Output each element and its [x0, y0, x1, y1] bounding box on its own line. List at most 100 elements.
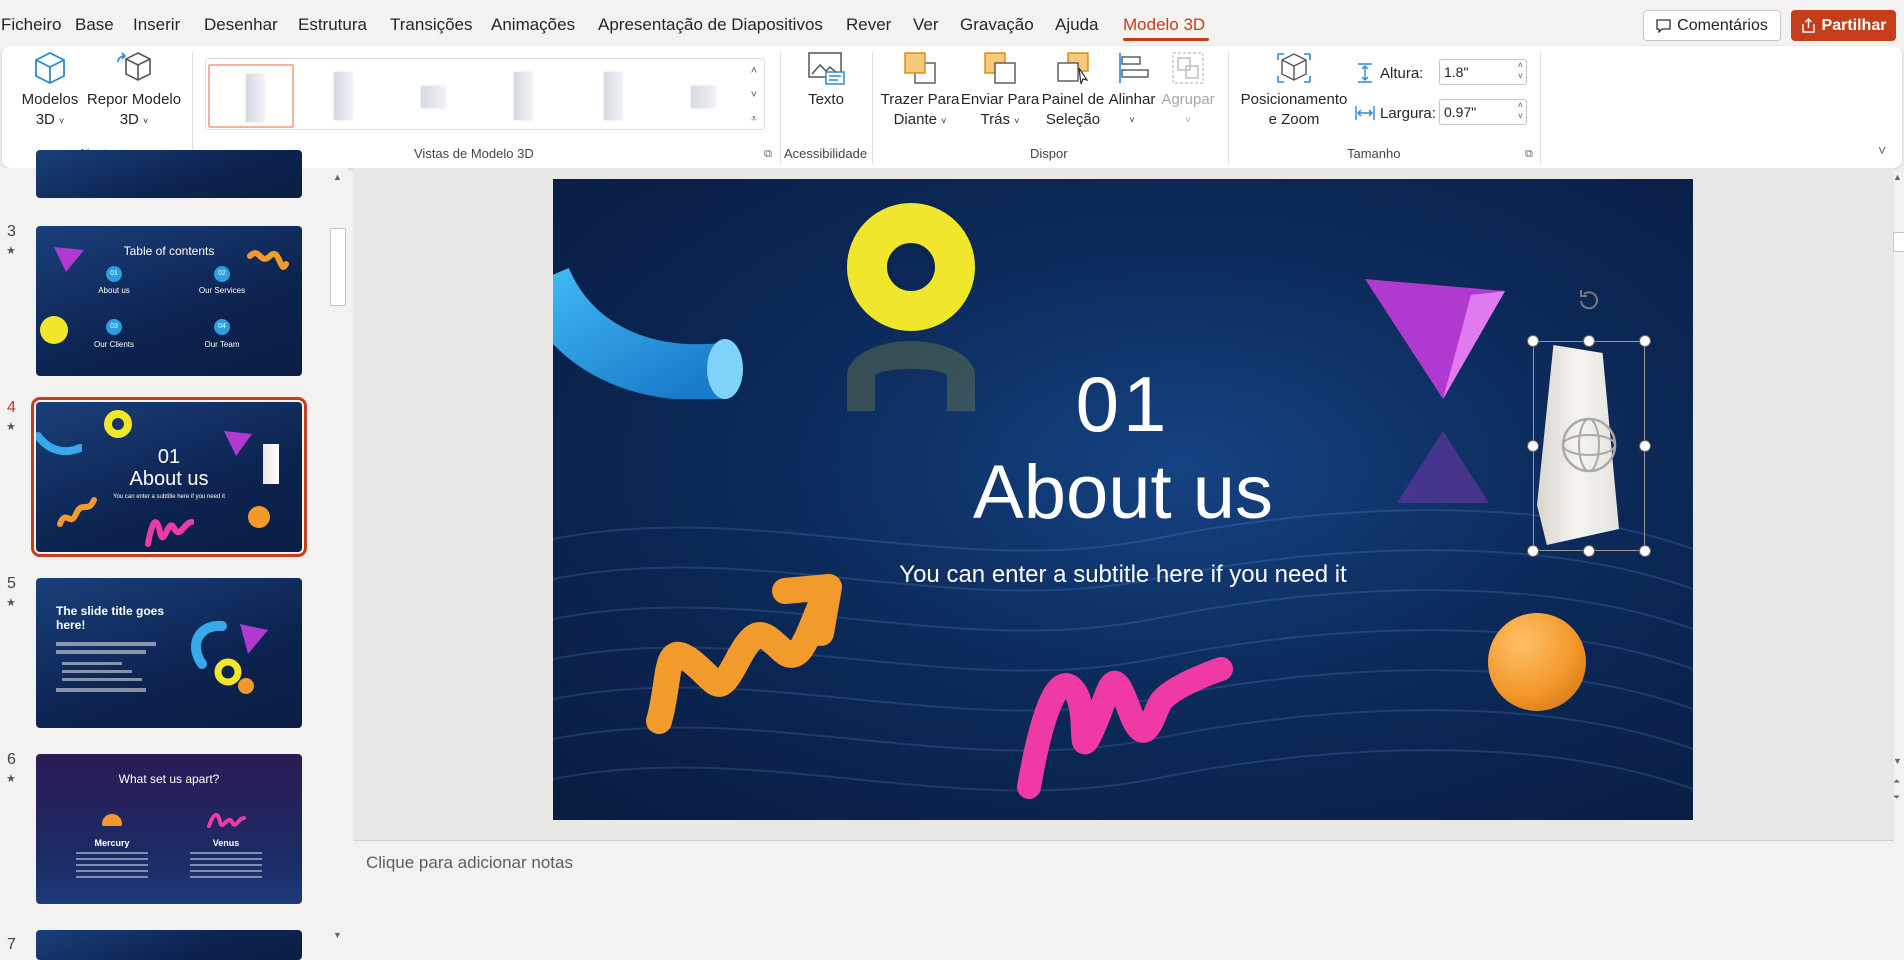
- align-button[interactable]: Alinhar ˅: [1106, 50, 1158, 130]
- alt-text-button[interactable]: Texto: [796, 50, 856, 110]
- menu-rever[interactable]: Rever: [846, 15, 891, 35]
- 3d-models-button[interactable]: Modelos 3D ˅: [16, 50, 84, 131]
- width-input[interactable]: 0.97" ˄ ˅: [1439, 99, 1527, 125]
- pan-zoom-button[interactable]: Posicionamento e Zoom: [1234, 50, 1354, 130]
- slide-thumb-5[interactable]: The slide title goes here!: [36, 578, 302, 728]
- collapse-ribbon-icon[interactable]: ˅: [1878, 142, 1886, 158]
- slide-number: 4: [7, 399, 16, 416]
- active-tab-underline: [1123, 38, 1209, 41]
- toc-item: Our Clients: [93, 340, 134, 349]
- gallery-expand-icon[interactable]: ⩡: [744, 107, 764, 131]
- resize-handle[interactable]: [1639, 335, 1651, 347]
- shapes-group: [191, 620, 268, 694]
- comment-icon: [1656, 18, 1671, 33]
- resize-handle[interactable]: [1583, 335, 1595, 347]
- reset-3d-model-button[interactable]: Repor Modelo 3D ˅: [84, 50, 184, 131]
- dialog-launcher-icon[interactable]: ⧉: [1525, 148, 1533, 161]
- chevron-down-icon: ˅: [1014, 116, 1020, 126]
- group-separator: [192, 52, 193, 164]
- bring-forward-label: Trazer Para: [880, 91, 960, 108]
- main-slide[interactable]: 01 About us You can enter a subtitle her…: [553, 179, 1693, 820]
- text-line: [56, 650, 146, 654]
- selection-pane-button[interactable]: Painel de Seleção: [1040, 50, 1106, 130]
- height-input[interactable]: 1.8" ˄ ˅: [1439, 59, 1527, 85]
- notes-placeholder: Clique para adicionar notas: [366, 853, 573, 872]
- reset-label: Repor Modelo: [86, 91, 182, 108]
- menu-inserir[interactable]: Inserir: [133, 15, 180, 35]
- notes-pane[interactable]: Clique para adicionar notas: [353, 840, 1894, 948]
- next-slide-icon[interactable]: ⏷: [1893, 792, 1900, 803]
- resize-handle[interactable]: [1527, 335, 1539, 347]
- height-value: 1.8": [1444, 64, 1469, 80]
- menu-ajuda[interactable]: Ajuda: [1055, 15, 1098, 35]
- menu-modelo-3d[interactable]: Modelo 3D: [1123, 15, 1205, 35]
- slide-thumb-3[interactable]: Table of contents 01 About us 02 Our Ser…: [36, 226, 302, 376]
- view-option-5[interactable]: [568, 64, 654, 128]
- menu-desenhar[interactable]: Desenhar: [204, 15, 278, 35]
- view-preview: [246, 74, 264, 122]
- view-option-6[interactable]: [658, 64, 744, 128]
- resize-handle[interactable]: [1639, 545, 1651, 557]
- toc-item: About us: [98, 286, 130, 295]
- selection-pane-sub: Seleção: [1045, 111, 1101, 128]
- gallery-scroll-up-icon[interactable]: ˄: [744, 59, 764, 83]
- slide-number: 5: [7, 575, 16, 592]
- orange-sphere-model: [1488, 613, 1586, 711]
- view-option-2[interactable]: [298, 64, 384, 128]
- scrollbar-thumb[interactable]: [330, 228, 346, 306]
- chevron-down-icon: ˅: [143, 116, 149, 126]
- slide-title-text[interactable]: About us: [553, 449, 1693, 536]
- comments-label: Comentários: [1677, 16, 1768, 34]
- text-line: [56, 688, 146, 692]
- spin-up-icon[interactable]: ˄: [1518, 100, 1523, 110]
- resize-handle[interactable]: [1527, 545, 1539, 557]
- view-option-3[interactable]: [388, 64, 474, 128]
- slide-thumb-4[interactable]: 01 About us You can enter a subtitle her…: [31, 397, 307, 557]
- spin-down-icon[interactable]: ˅: [1518, 111, 1523, 121]
- rotate-handle-icon[interactable]: [1576, 287, 1602, 313]
- menu-animacoes[interactable]: Animações: [491, 15, 575, 35]
- slide-thumb-6[interactable]: What set us apart? Mercury Venus: [36, 754, 302, 904]
- menu-gravacao[interactable]: Gravação: [960, 15, 1034, 35]
- resize-handle[interactable]: [1583, 545, 1595, 557]
- chevron-down-icon: ˅: [59, 116, 65, 126]
- group-label-tamanho: Tamanho: [1347, 146, 1401, 161]
- group-button[interactable]: Agrupar ˅: [1158, 50, 1218, 130]
- group-label-acessibilidade: Acessibilidade: [784, 146, 868, 161]
- view-option-4[interactable]: [478, 64, 564, 128]
- scroll-up-icon[interactable]: ▲: [1893, 172, 1902, 182]
- scroll-down-icon[interactable]: ▼: [1893, 756, 1902, 766]
- comments-button[interactable]: Comentários: [1643, 10, 1781, 41]
- scroll-up-icon[interactable]: ▲: [333, 172, 342, 182]
- editor-scrollbar[interactable]: ▲ ▼ ⏶ ⏷: [1890, 168, 1904, 840]
- cone-shape: [54, 247, 84, 272]
- share-button[interactable]: Partilhar: [1791, 10, 1896, 41]
- prev-slide-icon[interactable]: ⏶: [1893, 776, 1900, 787]
- bring-forward-button[interactable]: Trazer Para Diante ˅: [880, 50, 960, 131]
- menu-base[interactable]: Base: [75, 15, 114, 35]
- send-backward-sub: Trás: [980, 111, 1010, 128]
- torus-shape: [104, 410, 132, 438]
- spin-up-icon[interactable]: ˄: [1518, 60, 1523, 70]
- slide-thumb-7[interactable]: [36, 930, 302, 960]
- gallery-scroll-down-icon[interactable]: ˅: [744, 83, 764, 107]
- menu-estrutura[interactable]: Estrutura: [298, 15, 367, 35]
- share-icon: [1801, 18, 1815, 33]
- scroll-down-icon[interactable]: ▼: [333, 930, 342, 940]
- send-backward-button[interactable]: Enviar Para Trás ˅: [960, 50, 1040, 131]
- slide-thumb-2[interactable]: [36, 150, 302, 198]
- menu-apresentacao[interactable]: Apresentação de Diapositivos: [598, 15, 823, 35]
- menu-ficheiro[interactable]: Ficheiro: [1, 15, 61, 35]
- dialog-launcher-icon[interactable]: ⧉: [764, 148, 772, 161]
- scrollbar-thumb[interactable]: [1893, 232, 1904, 252]
- slide-number-text[interactable]: 01: [553, 359, 1693, 450]
- thumb-title: What set us apart?: [118, 772, 220, 786]
- view-option-1[interactable]: [208, 64, 294, 128]
- spin-down-icon[interactable]: ˅: [1518, 71, 1523, 81]
- menu-ver[interactable]: Ver: [913, 15, 939, 35]
- group-separator: [872, 52, 873, 164]
- text-line: [56, 642, 156, 646]
- 3d-views-gallery: ˄ ˅ ⩡: [205, 58, 765, 130]
- align-label: Alinhar: [1108, 91, 1156, 108]
- menu-transicoes[interactable]: Transições: [390, 15, 473, 35]
